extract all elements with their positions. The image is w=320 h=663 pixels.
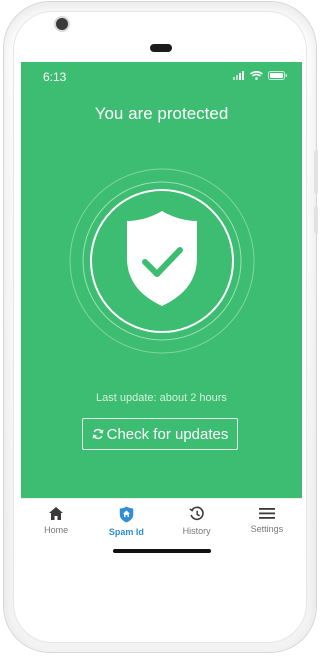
tab-spam-id-label: Spam Id	[108, 527, 144, 537]
protection-status-title: You are protected	[94, 104, 229, 123]
home-icon	[49, 507, 64, 520]
status-bar: 6:13	[21, 70, 302, 86]
power-button	[314, 206, 318, 234]
battery-icon	[268, 71, 287, 80]
tab-history-label: History	[182, 526, 211, 536]
screen: 6:13 You are protected Last update: abou…	[21, 62, 302, 557]
front-camera	[56, 18, 68, 30]
history-icon	[189, 506, 204, 521]
last-update-text: Last update: about 2 hours	[96, 392, 227, 404]
tab-settings-label: Settings	[250, 524, 284, 534]
volume-button	[314, 150, 318, 194]
tab-home-label: Home	[44, 525, 69, 535]
check-for-updates-button[interactable]: Check for updates	[82, 418, 238, 450]
tab-settings[interactable]: Settings	[232, 499, 302, 547]
home-indicator[interactable]	[113, 549, 211, 553]
bottom-tab-bar: Home Spam Id History Settings	[21, 498, 302, 547]
check-for-updates-label: Check for updates	[106, 425, 229, 443]
status-time: 6:13	[43, 70, 67, 84]
app-content: 6:13 You are protected Last update: abou…	[21, 62, 302, 498]
tab-spam-id[interactable]: Spam Id	[91, 499, 161, 547]
shield-check-icon	[127, 211, 197, 306]
status-icons	[233, 71, 288, 80]
shield-home-icon	[119, 506, 134, 523]
tab-history[interactable]: History	[162, 499, 232, 547]
tab-home[interactable]: Home	[21, 499, 91, 547]
earpiece-speaker	[150, 44, 172, 52]
shield-status-graphic	[69, 168, 255, 354]
refresh-icon	[92, 428, 104, 440]
wifi-icon	[250, 71, 263, 80]
hamburger-menu-icon	[258, 508, 275, 519]
cellular-signal-icon	[233, 71, 244, 80]
